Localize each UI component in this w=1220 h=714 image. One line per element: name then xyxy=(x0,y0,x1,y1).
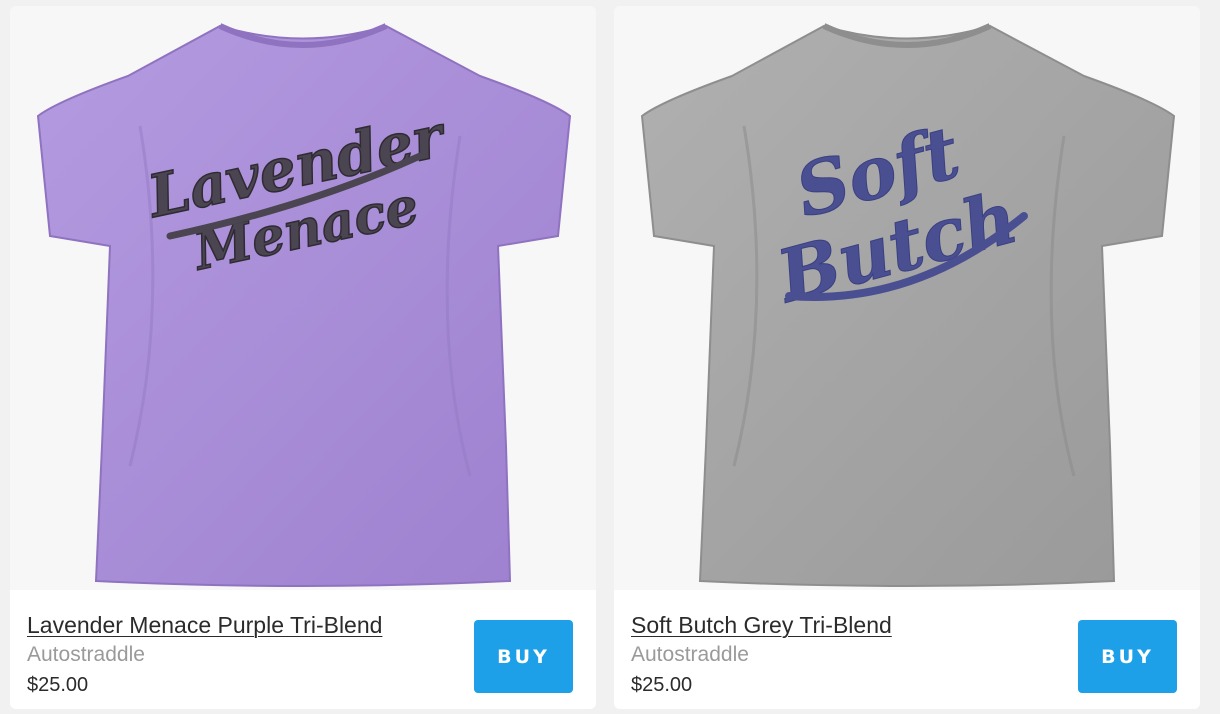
product-info: Lavender Menace Purple Tri-Blend Autostr… xyxy=(10,590,596,709)
product-vendor: Autostraddle xyxy=(27,643,145,666)
tshirt-body xyxy=(640,24,1176,587)
product-price: $25.00 xyxy=(631,674,693,696)
product-title-link[interactable]: Soft Butch Grey Tri-Blend xyxy=(631,612,892,639)
tshirt-image: Lavender Menace xyxy=(36,23,572,587)
product-card: Soft Butch Soft Butch Grey Tri-Blend Aut… xyxy=(614,6,1200,709)
product-image[interactable]: Soft Butch xyxy=(614,6,1200,590)
product-card: Lavender Menace Lavender Menace Purple T… xyxy=(10,6,596,709)
tshirt-image: Soft Butch xyxy=(640,23,1176,587)
product-image[interactable]: Lavender Menace xyxy=(10,6,596,590)
buy-button[interactable]: BUY xyxy=(474,620,573,693)
product-price: $25.00 xyxy=(27,674,89,696)
product-vendor: Autostraddle xyxy=(631,643,749,666)
product-info: Soft Butch Grey Tri-Blend Autostraddle $… xyxy=(614,590,1200,709)
product-title-link[interactable]: Lavender Menace Purple Tri-Blend xyxy=(27,612,382,639)
buy-button[interactable]: BUY xyxy=(1078,620,1177,693)
tshirt-body xyxy=(36,24,572,587)
